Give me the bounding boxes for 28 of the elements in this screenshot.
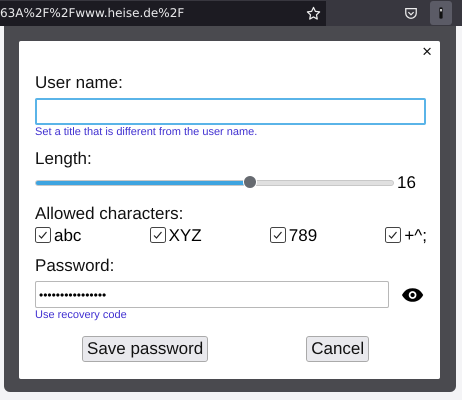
field-label: Password: xyxy=(35,256,116,276)
extension-button[interactable] xyxy=(430,1,452,25)
field-label: Allowed characters: xyxy=(35,204,184,224)
checkbox-label: XYZ xyxy=(168,226,202,246)
user-name-field[interactable] xyxy=(35,98,426,125)
dialog-button[interactable]: Cancel xyxy=(306,336,370,362)
checkbox[interactable] xyxy=(385,227,402,243)
recovery-code-link[interactable]: Use recovery code xyxy=(35,308,424,322)
hint-text: Set a title that is different from the user name. xyxy=(35,126,258,139)
checkbox-label: 789 xyxy=(288,226,318,246)
slider-thumb[interactable] xyxy=(243,175,258,189)
checkbox[interactable] xyxy=(35,227,51,243)
field-label: User name: xyxy=(35,73,124,93)
star-icon[interactable] xyxy=(306,6,321,20)
dialog-button[interactable]: Save password xyxy=(82,336,208,362)
close-button[interactable]: × xyxy=(420,41,434,63)
pocket-icon[interactable] xyxy=(404,6,418,20)
url-text: 63A%2F%2Fwww.heise.de%2F xyxy=(0,6,184,20)
password-field[interactable]: •••••••••••••••• xyxy=(35,281,389,308)
checkbox-label: +^; xyxy=(404,226,427,246)
checkbox-label: abc xyxy=(54,226,82,246)
field-label: Length: xyxy=(35,149,93,169)
eye-icon[interactable] xyxy=(400,286,424,302)
address-bar[interactable]: 63A%2F%2Fwww.heise.de%2F xyxy=(0,0,326,26)
length-value: 16 xyxy=(397,173,416,193)
key-icon xyxy=(437,6,445,20)
checkbox[interactable] xyxy=(150,227,166,243)
checkbox[interactable] xyxy=(270,227,286,243)
